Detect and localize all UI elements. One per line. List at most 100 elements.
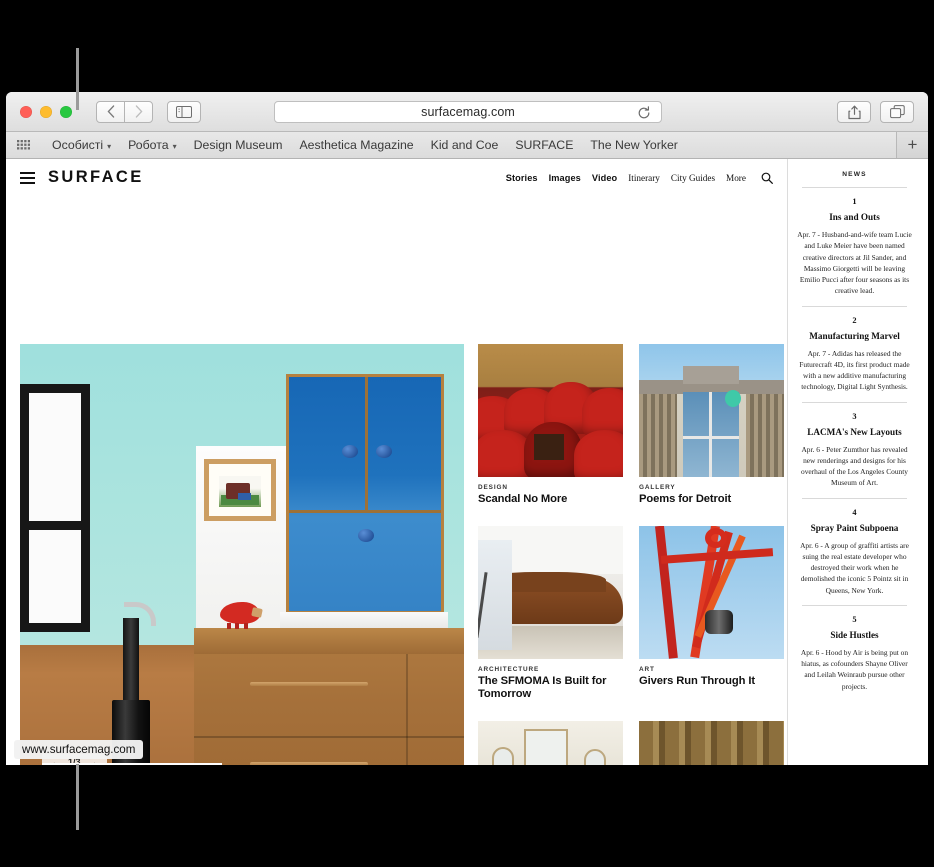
news-number: 4 — [852, 507, 857, 517]
article-title[interactable]: Givers Run Through It — [639, 675, 784, 688]
site-logo[interactable]: SURFACE — [48, 168, 144, 187]
article-thumbnail — [478, 720, 623, 765]
news-item[interactable]: 2 Manufacturing Marvel Apr. 7 - Adidas h… — [796, 316, 913, 393]
favorite-item-osobysti[interactable]: Особисті ▾ — [52, 138, 111, 152]
hero-blue-cabinet — [286, 374, 444, 614]
search-button[interactable] — [761, 172, 773, 184]
favorite-item-the-new-yorker[interactable]: The New Yorker — [590, 138, 678, 152]
news-body: Apr. 7 - Adidas has released the Futurec… — [799, 348, 910, 392]
back-button[interactable] — [96, 100, 125, 123]
favorites-grid-icon[interactable] — [17, 139, 30, 151]
show-all-tabs-button[interactable] — [880, 101, 914, 123]
favorite-item-surface[interactable]: SURFACE — [515, 138, 573, 152]
news-number: 3 — [852, 411, 857, 421]
browser-titlebar: surfacemag.com — [6, 92, 928, 132]
chevron-left-icon — [107, 105, 114, 118]
chevron-right-icon — [135, 105, 142, 118]
show-sidebar-button[interactable] — [167, 100, 201, 123]
news-title[interactable]: Ins and Outs — [796, 212, 913, 223]
site-header: SURFACE Stories Images Video Itinerary C… — [6, 159, 787, 196]
article-card[interactable]: DESIGN Scandal No More — [478, 344, 623, 506]
article-kicker: DESIGN — [478, 484, 508, 491]
divider — [801, 497, 908, 499]
hero-wood-credenza — [194, 628, 464, 765]
favorite-item-kid-and-coe[interactable]: Kid and Coe — [431, 138, 499, 152]
news-item[interactable]: 4 Spray Paint Subpoena Apr. 6 - A group … — [796, 508, 913, 596]
news-item[interactable]: 1 Ins and Outs Apr. 7 - Husband-and-wife… — [796, 197, 913, 297]
callout-leader-line-bottom — [76, 764, 79, 830]
favorites-list: Особисті ▾ Робота ▾ Design Museum Aesthe… — [52, 138, 678, 152]
favorite-item-robota[interactable]: Робота ▾ — [128, 138, 176, 152]
favorite-label: Особисті — [52, 138, 104, 152]
news-number: 1 — [852, 197, 857, 206]
news-number: 2 — [852, 315, 857, 325]
forward-button[interactable] — [124, 100, 153, 123]
article-grid: DESIGN Scandal No More GALLERY Poems for… — [478, 344, 784, 765]
article-thumbnail — [478, 344, 623, 477]
favorite-label: SURFACE — [515, 138, 574, 152]
tabs-overview-icon — [889, 105, 905, 119]
article-kicker: GALLERY — [639, 484, 676, 491]
article-title[interactable]: Scandal No More — [478, 493, 623, 506]
address-bar[interactable]: surfacemag.com — [274, 101, 662, 123]
nav-item-more[interactable]: More — [726, 173, 746, 183]
news-sidebar: NEWS 1 Ins and Outs Apr. 7 - Husband-and… — [786, 159, 922, 765]
reload-button[interactable] — [637, 106, 651, 120]
article-card[interactable]: ARCHITECTURE The SFMOMA Is Built for Tom… — [478, 525, 623, 701]
nav-item-stories[interactable]: Stories — [506, 173, 538, 183]
article-thumbnail — [639, 344, 784, 477]
chevron-down-icon: ▾ — [172, 141, 177, 151]
zoom-window-button[interactable] — [60, 105, 72, 118]
close-window-button[interactable] — [20, 105, 32, 118]
favorite-item-design-museum[interactable]: Design Museum — [194, 138, 283, 152]
hero-red-figurine — [220, 602, 263, 629]
news-title[interactable]: Spray Paint Subpoena — [796, 523, 913, 534]
screenshot-stage: surfacemag.com Особисті ▾ Робота ▾ Desig… — [0, 0, 934, 867]
hero-feature[interactable]: ← 1/3 → DESIGN Party in the Back Tour th… — [20, 344, 464, 765]
article-title[interactable]: Poems for Detroit — [639, 493, 784, 506]
news-item[interactable]: 5 Side Hustles Apr. 6 - Hood by Air is b… — [796, 615, 913, 692]
news-number: 5 — [852, 614, 857, 624]
search-icon — [761, 172, 773, 184]
hamburger-menu-icon[interactable] — [20, 169, 35, 187]
callout-leader-line-top — [76, 48, 79, 110]
article-card[interactable]: GALLERY Poems for Detroit — [639, 344, 784, 506]
divider — [801, 604, 908, 606]
article-card[interactable]: ART Givers Run Through It — [639, 525, 784, 701]
article-title[interactable]: The SFMOMA Is Built for Tomorrow — [478, 675, 623, 701]
article-card[interactable]: TRAVEL The Four Seasons's New Design Lab — [639, 720, 784, 765]
news-body: Apr. 7 - Husband-and-wife team Lucie and… — [797, 230, 912, 296]
divider — [801, 187, 908, 188]
news-title[interactable]: Side Hustles — [796, 630, 913, 641]
hero-cabinet-base — [280, 612, 448, 628]
nav-item-itinerary[interactable]: Itinerary — [628, 173, 660, 183]
favorite-item-aesthetica-magazine[interactable]: Aesthetica Magazine — [299, 138, 413, 152]
nav-item-video[interactable]: Video — [592, 173, 617, 183]
hero-photo — [20, 344, 464, 765]
minimize-window-button[interactable] — [40, 105, 52, 118]
hero-window-frame — [20, 384, 90, 632]
news-item[interactable]: 3 LACMA's New Layouts Apr. 6 - Peter Zum… — [796, 412, 913, 489]
reload-icon — [638, 106, 650, 119]
navigation-buttons — [96, 100, 153, 123]
news-body: Apr. 6 - Hood by Air is being put on hia… — [800, 647, 909, 691]
new-tab-button[interactable]: + — [896, 132, 928, 158]
grid-icon — [17, 139, 30, 149]
favorite-label: Kid and Coe — [430, 138, 499, 152]
favorite-label: Design Museum — [193, 138, 283, 152]
news-body: Apr. 6 - Peter Zumthor has revealed new … — [801, 444, 908, 488]
news-section-label: NEWS — [842, 171, 867, 178]
news-title[interactable]: Manufacturing Marvel — [796, 331, 913, 342]
hero-caption-card[interactable]: DESIGN Party in the Back Tour the Ettore… — [42, 762, 222, 765]
article-thumbnail — [639, 525, 784, 659]
safari-browser-window: surfacemag.com Особисті ▾ Робота ▾ Desig… — [6, 92, 928, 765]
page-scrollbar[interactable] — [921, 159, 928, 765]
article-kicker: ART — [639, 665, 655, 673]
share-button[interactable] — [837, 101, 871, 123]
news-title[interactable]: LACMA's New Layouts — [796, 427, 913, 438]
article-card[interactable]: ARCHITECTURE Feeling Sad? Blame the Buil… — [478, 720, 623, 765]
nav-item-images[interactable]: Images — [549, 173, 581, 183]
nav-item-city-guides[interactable]: City Guides — [671, 173, 715, 183]
favorite-label: Aesthetica Magazine — [299, 138, 414, 152]
article-kicker: ARCHITECTURE — [478, 665, 540, 673]
